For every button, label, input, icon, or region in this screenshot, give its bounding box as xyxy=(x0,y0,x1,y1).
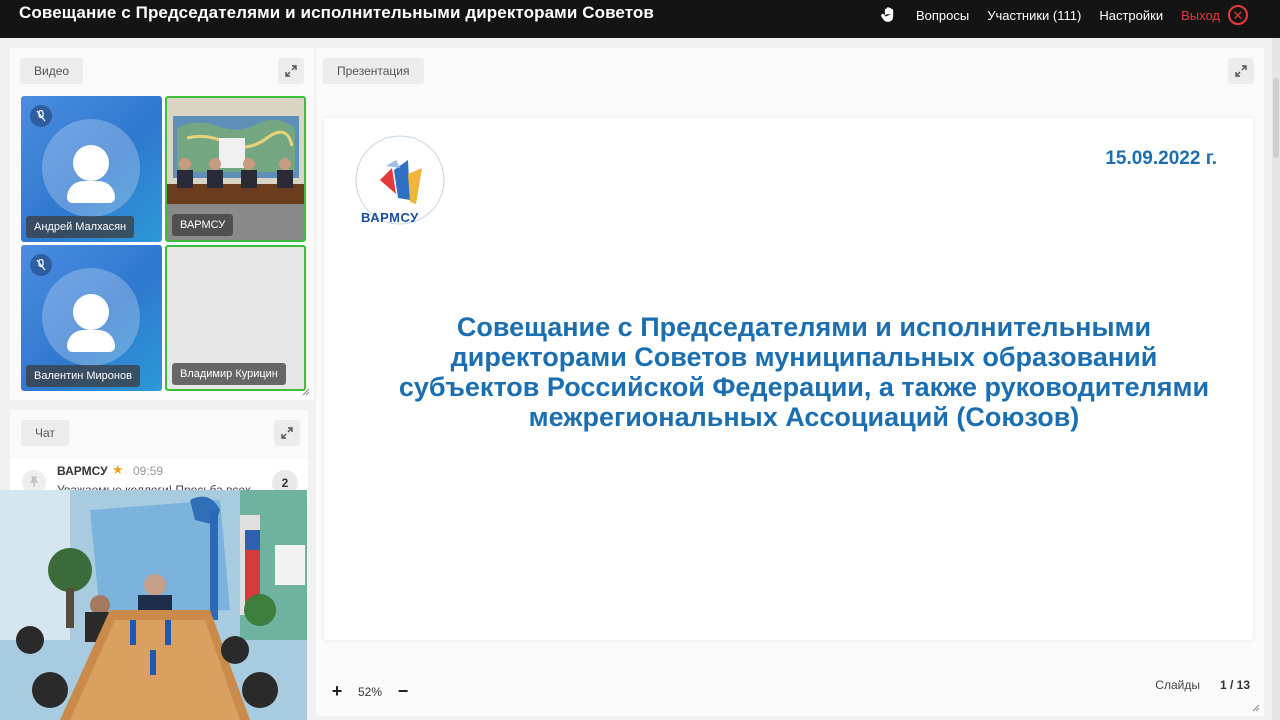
chat-author: ВАРМСУ xyxy=(57,464,108,478)
local-camera-video[interactable] xyxy=(0,490,307,720)
logo-text: ВАРМСУ xyxy=(361,210,419,225)
chat-time: 09:59 xyxy=(133,464,164,478)
close-circle-icon: ✕ xyxy=(1228,5,1248,25)
questions-link[interactable]: Вопросы xyxy=(916,8,969,23)
meeting-title: Совещание с Председателями и исполнитель… xyxy=(19,3,654,22)
zoom-in-button[interactable]: + xyxy=(330,681,344,702)
slide-date: 15.09.2022 г. xyxy=(1105,148,1217,169)
top-bar-actions: Вопросы Участники (111) Настройки Выход … xyxy=(880,0,1248,30)
star-icon: ★ xyxy=(112,462,124,477)
chat-panel: Чат ВАРМСУ ★ 09:59 Уважаемые коллеги! Пр… xyxy=(10,410,308,498)
expand-icon xyxy=(1235,65,1247,77)
participants-link[interactable]: Участники (111) xyxy=(987,8,1081,23)
video-panel-label: Видео xyxy=(20,58,84,84)
presentation-slide: ВАРМСУ 15.09.2022 г. Совещание с Председ… xyxy=(324,118,1253,640)
zoom-controls: + 52% − xyxy=(330,681,410,702)
avatar xyxy=(42,268,140,366)
raise-hand-icon[interactable] xyxy=(880,6,898,24)
participant-name: ВАРМСУ xyxy=(172,214,234,236)
camera-feed xyxy=(0,490,307,720)
resize-handle-icon[interactable] xyxy=(1252,704,1260,712)
exit-button[interactable]: Выход ✕ xyxy=(1181,5,1248,25)
video-tile-valentin[interactable]: Валентин Миронов xyxy=(21,245,162,391)
participant-name: Андрей Малхасян xyxy=(26,216,135,238)
expand-icon xyxy=(281,427,293,439)
microphone-muted-icon xyxy=(30,254,52,276)
chat-expand-button[interactable] xyxy=(274,420,300,446)
slides-counter[interactable]: 1 / 13 xyxy=(1220,678,1250,692)
slides-navigation: Слайды 1 / 13 xyxy=(1155,678,1250,692)
video-tile-andrey[interactable]: Андрей Малхасян xyxy=(21,96,162,242)
participant-name: Валентин Миронов xyxy=(26,365,140,387)
expand-icon xyxy=(285,65,297,77)
presentation-panel-label: Презентация xyxy=(323,58,424,84)
chat-panel-label: Чат xyxy=(21,420,69,446)
slide-title: Совещание с Председателями и исполнитель… xyxy=(398,312,1210,432)
video-tile-varmsu[interactable]: ВАРМСУ xyxy=(165,96,306,242)
exit-label: Выход xyxy=(1181,7,1220,23)
participant-name: Владимир Курицин xyxy=(172,363,286,385)
video-expand-button[interactable] xyxy=(278,58,304,84)
zoom-out-button[interactable]: − xyxy=(396,681,410,702)
presentation-expand-button[interactable] xyxy=(1228,58,1254,84)
settings-link[interactable]: Настройки xyxy=(1099,8,1163,23)
page-scrollbar[interactable] xyxy=(1272,38,1280,720)
presentation-panel: Презентация ВАРМСУ 15.09.2022 г. Совещан… xyxy=(316,48,1264,716)
video-tile-vladimir[interactable]: Владимир Курицин xyxy=(165,245,306,391)
avatar xyxy=(42,119,140,217)
microphone-muted-icon xyxy=(30,105,52,127)
scrollbar-thumb[interactable] xyxy=(1273,78,1279,158)
slides-label: Слайды xyxy=(1155,678,1200,692)
zoom-level: 52% xyxy=(358,684,383,699)
video-panel: Видео Андрей Малхасян ВАРМСУ Валентин Ми… xyxy=(10,48,314,400)
top-bar: Совещание с Председателями и исполнитель… xyxy=(0,0,1280,38)
resize-handle-icon[interactable] xyxy=(302,388,310,396)
